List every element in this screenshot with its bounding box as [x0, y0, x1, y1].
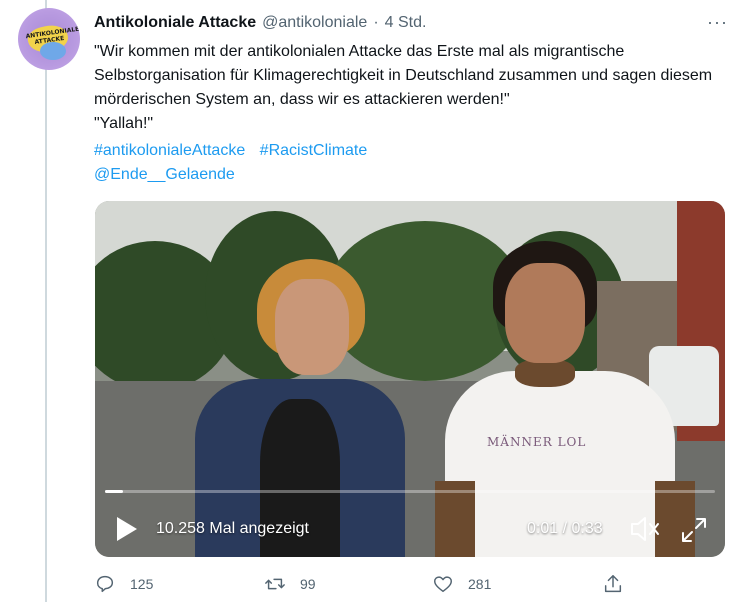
reply-count: 125 — [130, 576, 154, 592]
reply-icon — [96, 575, 114, 593]
hashtag-list: #antikolonialeAttacke #RacistClimate — [94, 139, 377, 163]
video-progress-fill — [105, 490, 124, 493]
play-icon[interactable] — [115, 515, 139, 543]
like-count: 281 — [468, 576, 492, 592]
author-name[interactable]: Antikoloniale Attacke — [94, 14, 256, 32]
hashtag-link[interactable]: #RacistClimate — [260, 142, 368, 159]
video-frame-person — [435, 241, 695, 557]
retweet-button[interactable]: 99 — [264, 573, 316, 595]
view-count: 10.258 Mal angezeigt — [156, 520, 309, 537]
separator-dot: · — [373, 14, 379, 31]
like-icon — [434, 576, 452, 593]
video-progress-bar[interactable] — [105, 490, 715, 493]
tweet-text: "Wir kommen mit der antikolonialen Attac… — [94, 40, 724, 136]
tweet-yallah: "Yallah!" — [94, 115, 154, 132]
share-button[interactable] — [602, 573, 638, 595]
mute-icon[interactable] — [629, 514, 661, 544]
reply-button[interactable]: 125 — [94, 573, 153, 595]
mention-link[interactable]: @Ende__Gelaende — [94, 163, 235, 187]
hashtag-link[interactable]: #antikolonialeAttacke — [94, 142, 245, 159]
fullscreen-icon[interactable] — [679, 515, 709, 545]
video-frame-person — [175, 259, 405, 557]
video-time: 0:01 / 0:33 — [527, 520, 603, 537]
tweet-actions: 125 99 281 — [94, 573, 634, 597]
author-handle[interactable]: @antikoloniale — [262, 14, 367, 32]
tweet-header: Antikoloniale Attacke @antikoloniale · 4… — [94, 12, 712, 34]
shirt-print-text: MÄNNER LOL — [487, 435, 587, 449]
tweet-timestamp[interactable]: 4 Std. — [385, 14, 427, 32]
video-player[interactable]: MÄNNER LOL 10.258 Mal angezeigt 0:01 / 0… — [95, 201, 725, 557]
retweet-icon — [265, 578, 285, 590]
share-icon — [604, 575, 622, 593]
thread-line — [45, 0, 47, 602]
more-options-icon[interactable]: ··· — [707, 12, 728, 33]
avatar[interactable]: ANTIKOLONIALE ATTACKE — [18, 8, 80, 70]
tweet-quote: "Wir kommen mit der antikolonialen Attac… — [94, 43, 713, 108]
retweet-count: 99 — [300, 576, 316, 592]
like-button[interactable]: 281 — [432, 573, 491, 595]
